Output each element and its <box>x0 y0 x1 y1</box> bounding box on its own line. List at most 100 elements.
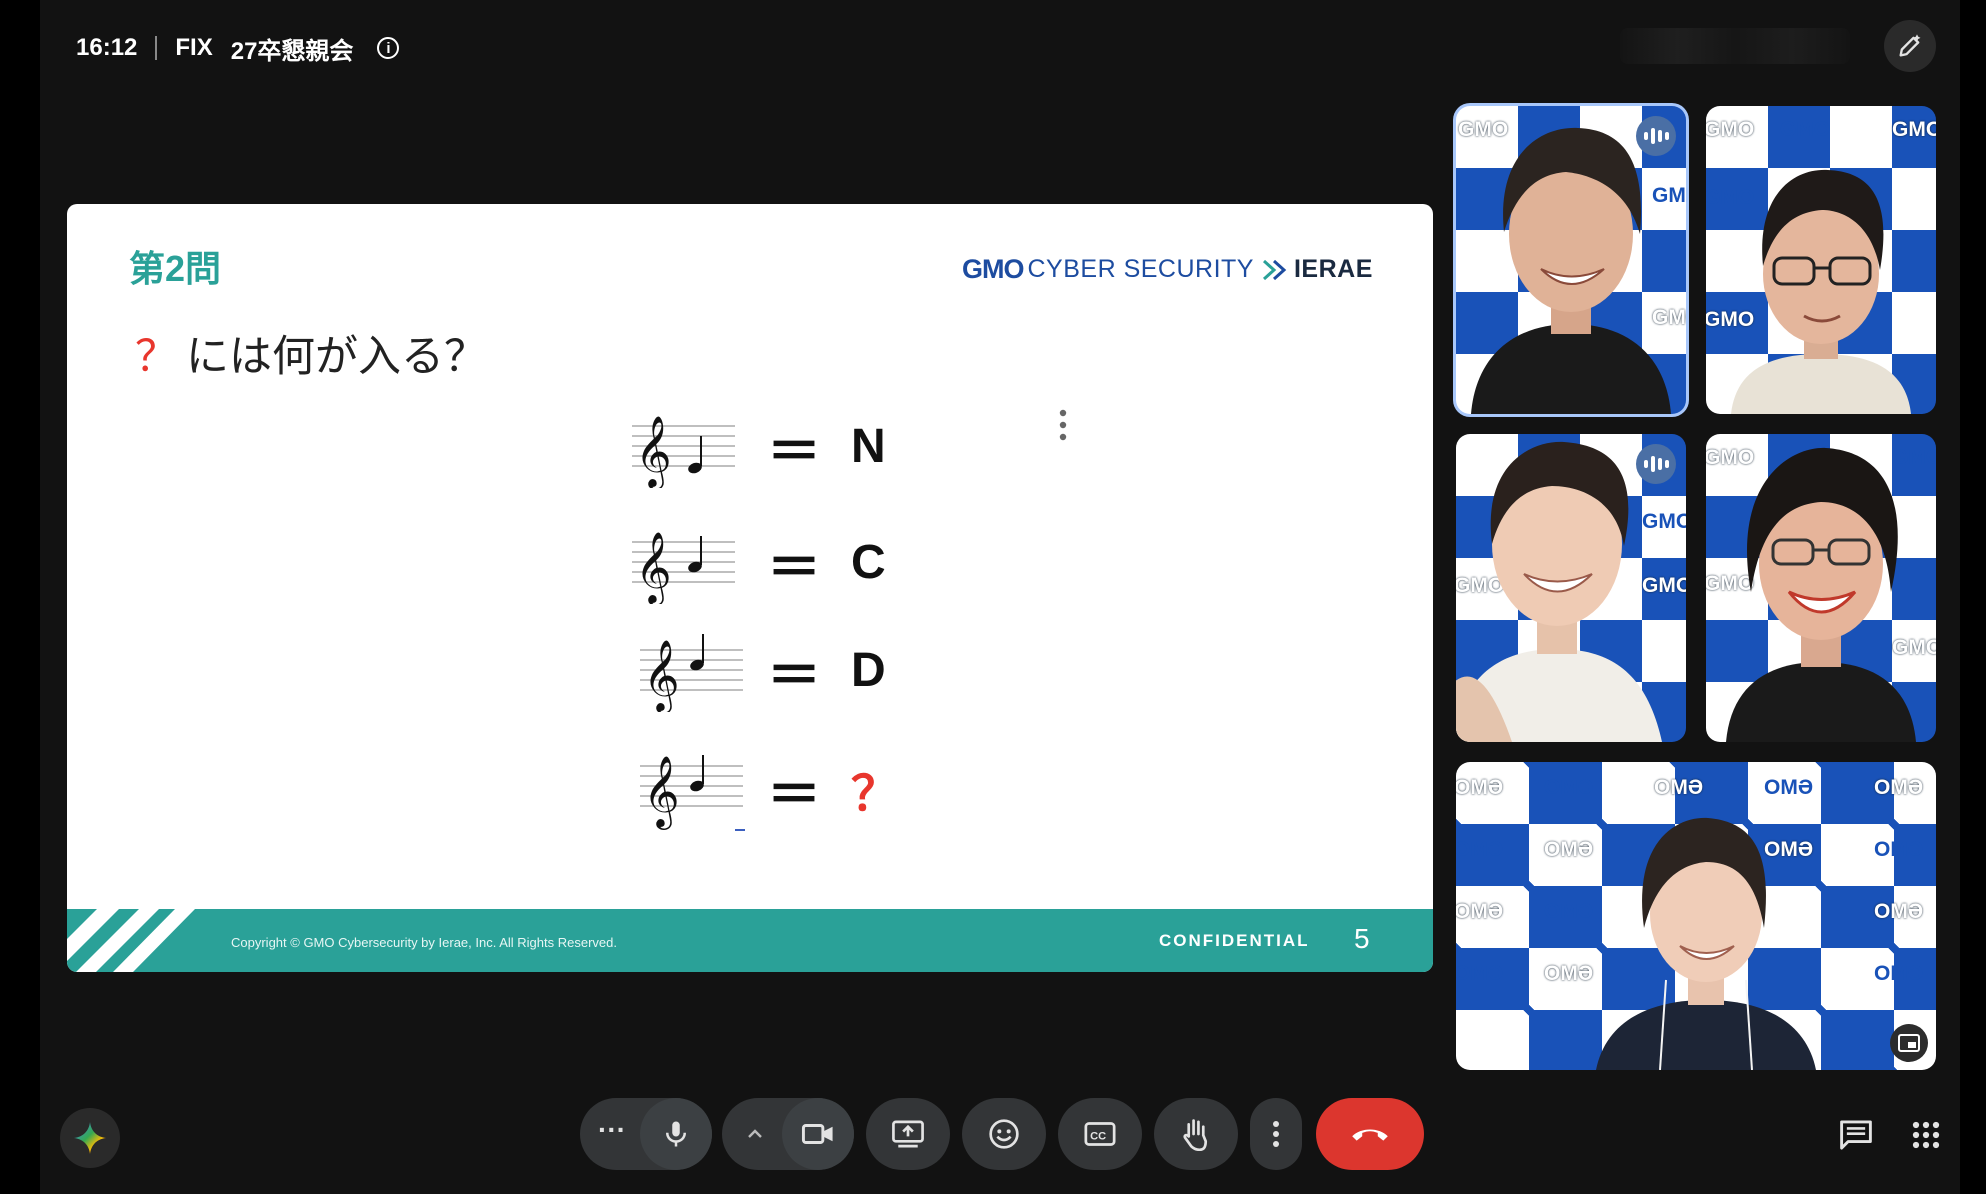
mic-control-group: ··· <box>580 1098 712 1170</box>
participant-video <box>1456 441 1663 742</box>
more-vertical-icon <box>1273 1121 1279 1147</box>
closed-captions-icon: CC <box>1084 1122 1116 1146</box>
participant-tile-1[interactable]: GMO GMO GMO <box>1456 106 1686 414</box>
music-staff-icon: 𝄞 <box>632 414 735 488</box>
prompt-text: には何が入る？ <box>186 333 487 381</box>
logo-mark-icon <box>1262 259 1287 280</box>
music-staff-icon: 𝄞 <box>640 634 743 712</box>
svg-text:𝄞: 𝄞 <box>643 754 680 830</box>
emoji-smile-icon <box>989 1119 1019 1149</box>
equals-sign: ＝ <box>767 421 821 482</box>
backdrop-logo-text: OMƏ <box>1456 776 1504 799</box>
camera-button[interactable] <box>782 1098 854 1170</box>
backdrop-logo-text: OMƏ <box>1654 776 1704 799</box>
speaking-indicator-icon <box>1636 444 1676 484</box>
logo-gmo: GMO <box>962 254 1024 284</box>
raise-hand-button[interactable] <box>1154 1098 1238 1170</box>
captions-button[interactable]: CC <box>1058 1098 1142 1170</box>
slide-prompt: ？には何が入る？ <box>135 322 487 384</box>
music-staff-icon: 𝄞 <box>632 530 735 604</box>
info-icon[interactable]: i <box>377 37 400 59</box>
participant-tile-4[interactable]: GMO GMO GMO GMO <box>1706 434 1936 742</box>
more-options-button[interactable] <box>1250 1098 1302 1170</box>
logo-cyber: CYBER SECURITY <box>1027 255 1254 283</box>
participant-video <box>1471 127 1671 414</box>
edit-pen-button[interactable] <box>1884 20 1936 72</box>
logo-ierae: IERAE <box>1293 255 1373 283</box>
participant-video <box>1595 817 1816 1070</box>
participant-tile-2[interactable]: GMO GMO GMO GMO GMO <box>1706 106 1936 414</box>
picture-in-picture-icon[interactable] <box>1890 1024 1928 1062</box>
puzzle-row-4: 𝄞 ＝ ？ <box>635 744 899 834</box>
puzzle-row-1: 𝄞 ＝ N <box>627 404 886 488</box>
backdrop-logo-text: OMƏ <box>1874 962 1924 985</box>
hang-up-phone-icon <box>1352 1129 1388 1141</box>
group-name: FIX <box>175 34 213 61</box>
chevron-up-icon[interactable] <box>746 1126 764 1140</box>
activities-button[interactable] <box>1904 1113 1948 1157</box>
equals-sign: ＝ <box>767 764 821 825</box>
footer-copyright: Copyright © GMO Cybersecurity by Ierae, … <box>231 935 617 950</box>
gemini-button[interactable] <box>60 1108 120 1168</box>
audio-options-button[interactable]: ··· <box>598 1114 626 1146</box>
backdrop-logo-text: OMƏ <box>1874 838 1924 861</box>
reactions-button[interactable] <box>962 1098 1046 1170</box>
backdrop-logo-text: GMO <box>1892 118 1936 141</box>
backdrop-logo-text: OMƏ <box>1544 838 1594 861</box>
backdrop-logo-text: OMƏ <box>1544 776 1594 799</box>
camera-control-group <box>722 1098 854 1170</box>
svg-text:𝄞: 𝄞 <box>643 638 680 712</box>
company-logo: GMO CYBER SECURITY IERAE <box>962 254 1373 285</box>
question-number: 第2問 <box>129 248 222 289</box>
svg-text:𝄞: 𝄞 <box>635 414 672 488</box>
backdrop-logo-text: OMƏ <box>1544 900 1594 923</box>
raise-hand-icon <box>1183 1119 1208 1151</box>
clock: 16:12 <box>76 34 138 61</box>
leave-call-button[interactable] <box>1316 1098 1424 1170</box>
svg-text:CC: CC <box>1090 1131 1106 1143</box>
microphone-icon <box>666 1121 686 1147</box>
answer-letter: C <box>851 535 886 589</box>
puzzle-row-3: 𝄞 ＝ D <box>635 628 886 712</box>
answer-question-mark: ？ <box>851 768 900 821</box>
backdrop-logo-text: OMƏ <box>1456 900 1504 923</box>
footer-confidential: CONFIDENTIAL <box>1159 931 1310 950</box>
video-camera-icon <box>801 1124 833 1144</box>
puzzle-row-2: 𝄞 ＝ C <box>627 520 886 604</box>
backdrop-logo-text: OMƏ <box>1874 776 1924 799</box>
backdrop-logo-text: OMƏ <box>1456 838 1504 861</box>
meeting-header: 16:12 FIX 27卒懇親会 i <box>76 26 400 70</box>
header-divider <box>155 36 158 60</box>
backdrop-logo-text: OMƏ <box>1544 962 1594 985</box>
participant-tile-3[interactable]: GMO GMO GMO <box>1456 434 1686 742</box>
backdrop-logo-text: GMO <box>1780 118 1831 141</box>
footer-stripes-icon <box>67 909 195 972</box>
presented-slide: 第2問 GMO CYBER SECURITY IERAE ？には何が入る？ 𝄞 … <box>67 204 1433 972</box>
present-screen-button[interactable] <box>866 1098 950 1170</box>
chat-icon <box>1840 1120 1872 1150</box>
backdrop-logo-text: OMƏ <box>1456 962 1504 985</box>
participant-video <box>1731 169 1911 414</box>
equals-sign: ＝ <box>767 537 821 598</box>
gemini-sparkle-icon <box>74 1122 106 1154</box>
prompt-question-mark: ？ <box>135 333 178 381</box>
present-screen-icon <box>892 1120 924 1148</box>
slide-more-icon[interactable] <box>1057 408 1069 447</box>
backdrop-logo-text: OMƏ <box>1874 900 1924 923</box>
footer-page-number: 5 <box>1354 923 1370 954</box>
backdrop-logo-text: GMO <box>1706 118 1755 141</box>
svg-text:𝄞: 𝄞 <box>635 530 672 604</box>
slide-footer: Copyright © GMO Cybersecurity by Ierae, … <box>67 909 1433 972</box>
speaking-indicator-icon <box>1636 116 1676 156</box>
blurred-region <box>1620 28 1850 64</box>
answer-letter: D <box>851 643 886 697</box>
participant-tile-self[interactable]: OMƏ OMƏ OMƏ OMƏ OMƏ OMƏ OMƏ OMƏ OMƏ OMƏ … <box>1456 762 1936 1070</box>
equals-sign: ＝ <box>767 645 821 706</box>
music-staff-icon: 𝄞 <box>640 754 745 831</box>
meeting-title: 27卒懇親会 <box>230 37 354 65</box>
apps-grid-icon <box>1912 1121 1940 1149</box>
chat-button[interactable] <box>1834 1113 1878 1157</box>
mic-button[interactable] <box>640 1098 712 1170</box>
meet-window: 16:12 FIX 27卒懇親会 i 第2問 GMO CYBER SECURIT… <box>40 0 1960 1194</box>
backdrop-logo-text: OMƏ <box>1764 776 1814 799</box>
